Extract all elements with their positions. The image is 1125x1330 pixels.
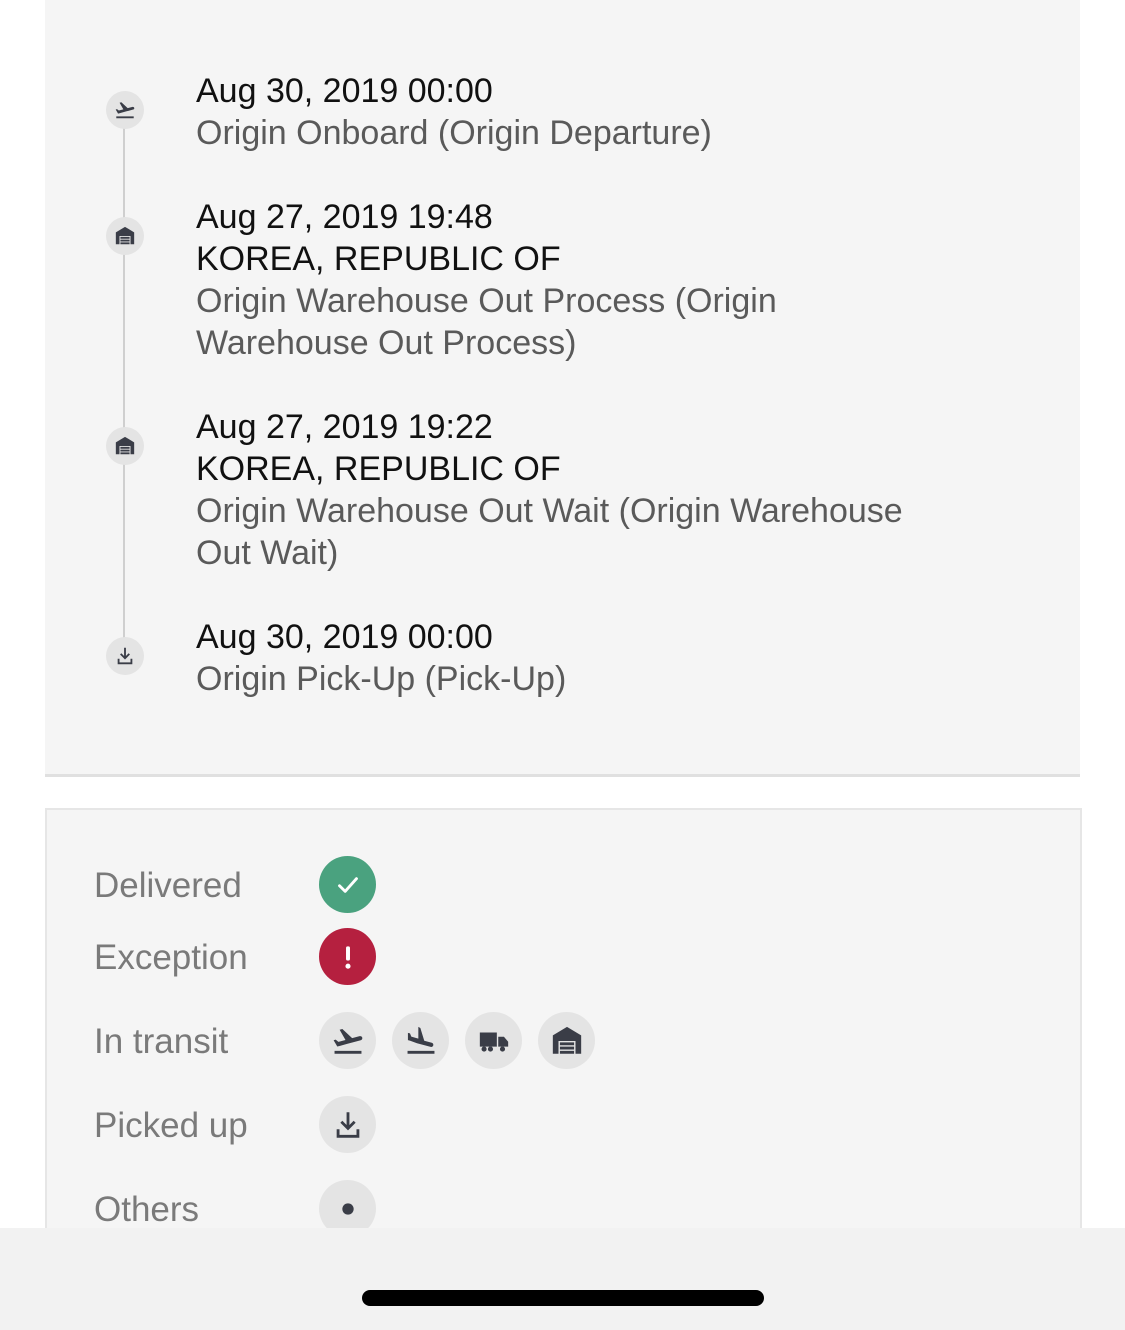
timeline-connector-line — [123, 110, 125, 656]
legend-label-delivered: Delivered — [94, 866, 242, 905]
timeline-event: Aug 30, 2019 00:00 Origin Onboard (Origi… — [196, 70, 996, 154]
legend-label-others: Others — [94, 1190, 200, 1229]
timeline-event: Aug 27, 2019 19:22 KOREA, REPUBLIC OF Or… — [196, 406, 996, 574]
pickup-download-icon — [319, 1096, 376, 1153]
truck-icon — [465, 1012, 522, 1069]
panel-divider — [45, 774, 1080, 777]
legend-label-exception: Exception — [94, 938, 248, 977]
timeline-event: Aug 30, 2019 00:00 Origin Pick-Up (Pick-… — [196, 616, 996, 700]
warehouse-icon — [106, 427, 144, 465]
event-description-line: Warehouse Out Process) — [196, 324, 577, 362]
home-indicator[interactable] — [362, 1290, 764, 1306]
timeline-event: Aug 27, 2019 19:48 KOREA, REPUBLIC OF Or… — [196, 196, 996, 364]
legend-label-picked-up: Picked up — [94, 1106, 248, 1145]
plane-departure-icon — [106, 91, 144, 129]
home-indicator-area — [0, 1228, 1125, 1330]
event-date: Aug 30, 2019 00:00 — [196, 72, 493, 110]
plane-arrival-icon — [392, 1012, 449, 1069]
event-description: Origin Pick-Up (Pick-Up) — [196, 660, 567, 698]
event-date: Aug 27, 2019 19:22 — [196, 408, 493, 446]
exclamation-icon — [319, 928, 376, 985]
event-description-line: Origin Warehouse Out Process (Origin — [196, 282, 777, 320]
legend-label-in-transit: In transit — [94, 1022, 229, 1061]
event-location: KOREA, REPUBLIC OF — [196, 240, 561, 278]
warehouse-icon — [106, 217, 144, 255]
event-description: Origin Onboard (Origin Departure) — [196, 114, 712, 152]
event-description-line: Out Wait) — [196, 534, 339, 572]
warehouse-icon — [538, 1012, 595, 1069]
event-location: KOREA, REPUBLIC OF — [196, 450, 561, 488]
event-description-line: Origin Warehouse Out Wait (Origin Wareho… — [196, 492, 903, 530]
plane-departure-icon — [319, 1012, 376, 1069]
checkmark-icon — [319, 856, 376, 913]
event-date: Aug 27, 2019 19:48 — [196, 198, 493, 236]
pickup-download-icon — [106, 637, 144, 675]
event-date: Aug 30, 2019 00:00 — [196, 618, 493, 656]
